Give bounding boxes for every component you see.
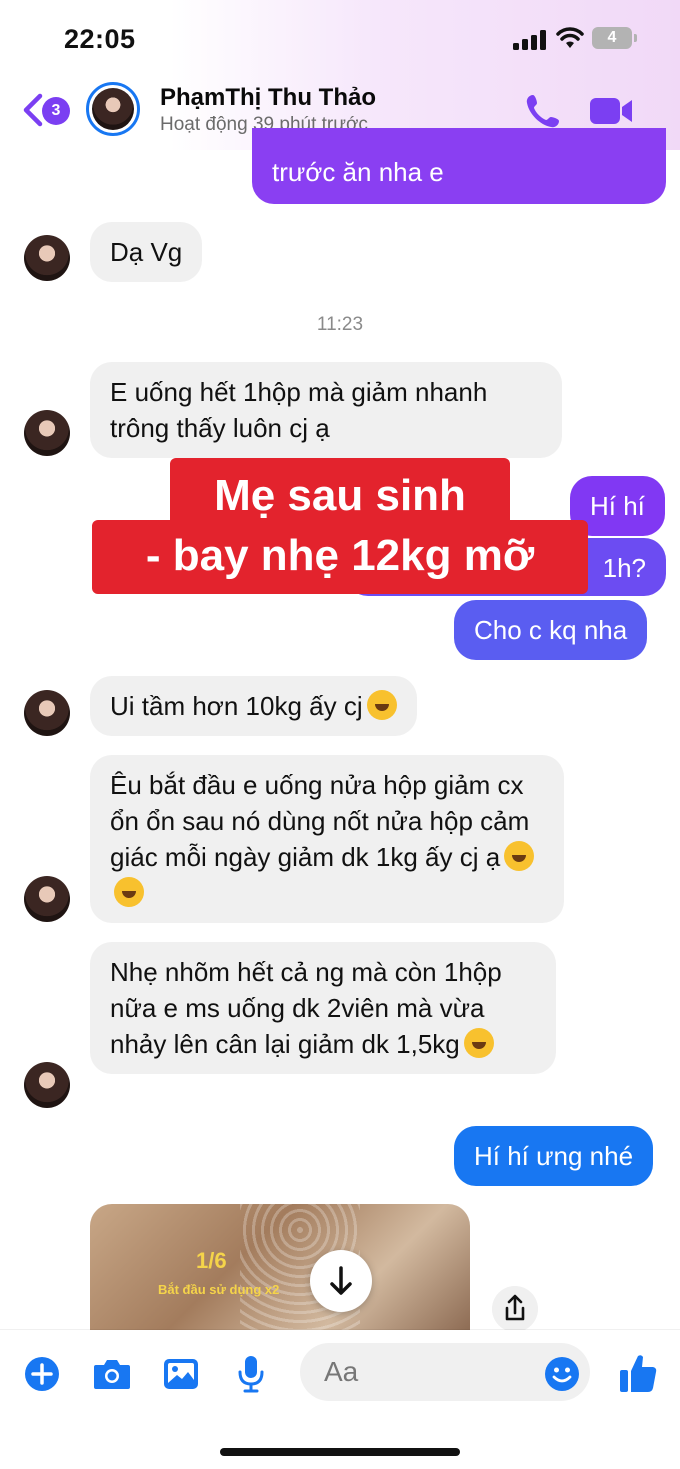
message-text: 1h? (602, 553, 646, 583)
cellular-signal-icon (513, 30, 549, 50)
message-text: Cho c kq nha (474, 615, 628, 645)
message-text: Hí hí ưng nhé (474, 1141, 634, 1171)
share-icon[interactable] (492, 1286, 538, 1332)
outgoing-message[interactable]: Hí hí ưng nhé (454, 1126, 654, 1186)
status-time: 22:05 (64, 24, 136, 54)
emoji-icon[interactable] (544, 1356, 580, 1392)
status-bar: 22:05 4 (0, 0, 680, 76)
message-text: E uống hết 1hộp mà giảm nhanh trông thấy… (110, 377, 488, 443)
microphone-icon[interactable] (236, 1354, 266, 1394)
image-message[interactable]: 1/6 Bắt đầu sử dụng x2 (90, 1204, 470, 1334)
download-arrow-icon[interactable] (310, 1250, 372, 1312)
image-caption: Bắt đầu sử dụng x2 (158, 1282, 280, 1297)
laughing-emoji-icon (463, 1028, 494, 1058)
incoming-message[interactable]: E uống hết 1hộp mà giảm nhanh trông thấy… (90, 362, 562, 458)
avatar[interactable] (24, 690, 70, 736)
video-camera-icon[interactable] (588, 94, 634, 128)
phone-icon[interactable] (524, 92, 562, 130)
message-text: Nhẹ nhõm hết cả ng mà còn 1hộp nữa e ms … (110, 957, 502, 1059)
thumbs-up-icon[interactable] (618, 1352, 658, 1394)
outgoing-message[interactable]: trước ăn nha e (252, 128, 666, 204)
message-text: Êu bắt đầu e uống nửa hộp giảm cx ổn ổn … (110, 770, 530, 872)
plus-icon[interactable] (24, 1356, 60, 1392)
incoming-message[interactable]: Ui tầm hơn 10kg ấy cj (90, 676, 417, 736)
message-text: Hí hí (590, 491, 645, 521)
avatar[interactable] (24, 1062, 70, 1108)
message-composer: Aa (0, 1330, 680, 1469)
wifi-icon (556, 27, 584, 48)
incoming-message[interactable]: Nhẹ nhõm hết cả ng mà còn 1hộp nữa e ms … (90, 942, 556, 1074)
contact-avatar[interactable] (86, 82, 140, 136)
home-indicator (220, 1448, 460, 1456)
battery-icon: 4 (592, 27, 637, 49)
message-text: Ui tầm hơn 10kg ấy cj (110, 691, 363, 721)
avatar[interactable] (24, 876, 70, 922)
camera-icon[interactable] (92, 1356, 132, 1392)
contact-name[interactable]: PhạmThị Thu Thảo (160, 84, 376, 112)
incoming-message[interactable]: Êu bắt đầu e uống nửa hộp giảm cx ổn ổn … (90, 755, 564, 923)
avatar[interactable] (24, 410, 70, 456)
astonished-emoji-icon (366, 690, 397, 720)
gallery-icon[interactable] (162, 1356, 200, 1392)
incoming-message[interactable]: Dạ Vg (90, 222, 203, 282)
message-text: trước ăn nha e (272, 157, 444, 187)
laughing-emoji-icon (114, 877, 144, 907)
unread-count-badge: 3 (42, 97, 70, 125)
outgoing-message[interactable]: Cho c kq nha (454, 600, 648, 660)
promo-banner-line2: - bay nhẹ 12kg mỡ (92, 520, 588, 594)
avatar[interactable] (24, 235, 70, 281)
image-counter: 1/6 (196, 1248, 227, 1273)
message-text: Dạ Vg (110, 237, 183, 267)
laughing-emoji-icon (504, 841, 535, 871)
timestamp: 11:23 (316, 314, 364, 335)
message-input-placeholder: Aa (324, 1356, 359, 1387)
